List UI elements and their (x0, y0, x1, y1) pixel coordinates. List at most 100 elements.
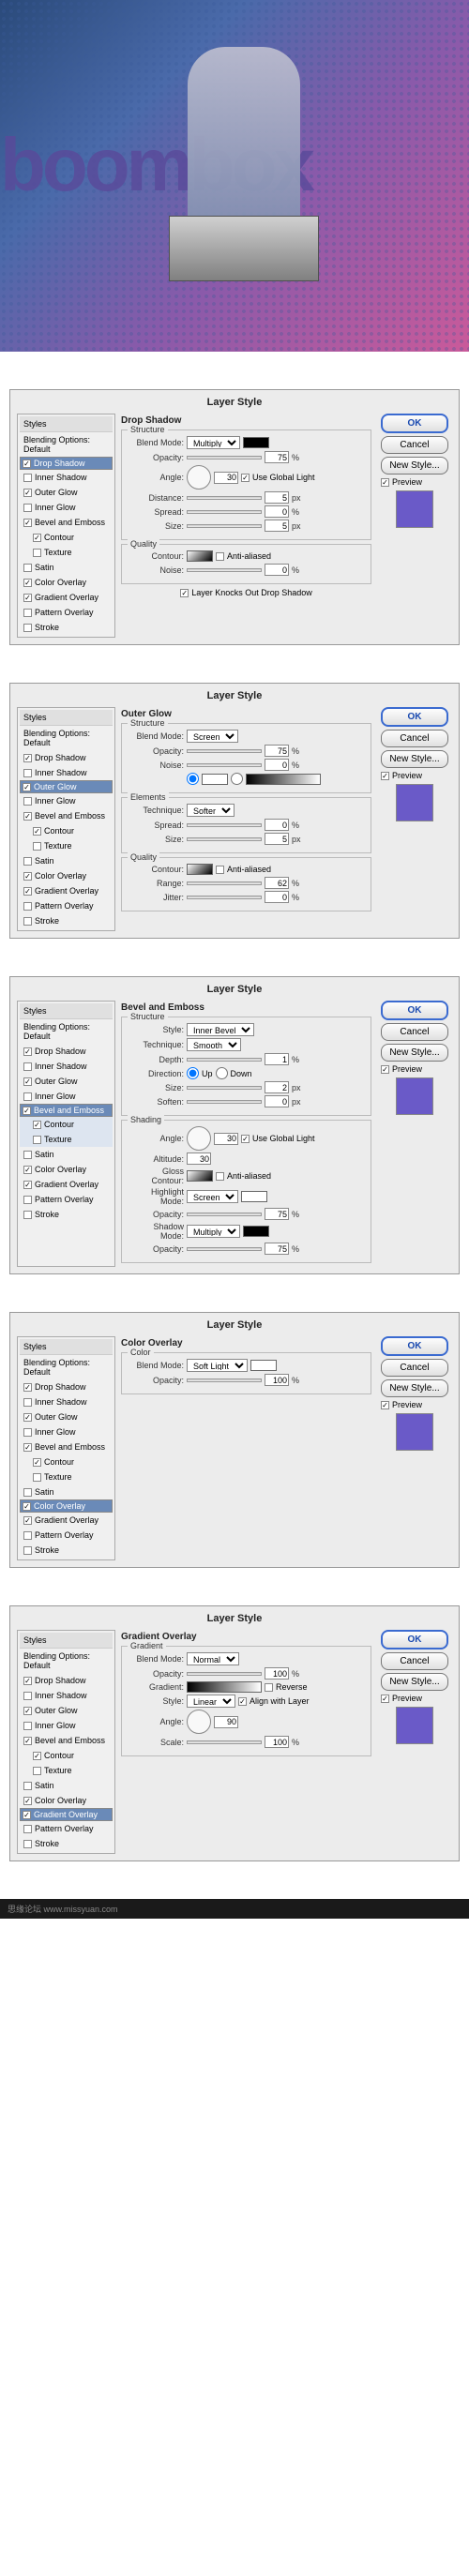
altitude-input[interactable] (187, 1152, 211, 1165)
item-stroke[interactable]: Stroke (20, 1836, 113, 1851)
item-bevel-emboss[interactable]: Bevel and Emboss (20, 1733, 113, 1748)
size-slider[interactable] (187, 1086, 262, 1090)
checkbox-icon[interactable] (23, 1428, 32, 1437)
item-outer-glow[interactable]: Outer Glow (20, 1074, 113, 1089)
checkbox-icon[interactable] (23, 1383, 32, 1392)
checkbox-icon[interactable] (23, 887, 32, 896)
checkbox-icon[interactable] (23, 1398, 32, 1407)
style-select[interactable]: Inner Bevel (187, 1023, 254, 1036)
checkbox-icon[interactable] (23, 1531, 32, 1540)
checkbox-icon[interactable] (23, 797, 32, 806)
checkbox-icon[interactable] (23, 1737, 32, 1745)
checkbox-icon[interactable] (23, 504, 32, 512)
checkbox-icon[interactable] (23, 1181, 32, 1189)
checkbox-icon[interactable] (23, 1692, 32, 1700)
checkbox-icon[interactable] (216, 1172, 224, 1181)
checkbox-icon[interactable] (23, 872, 32, 881)
item-stroke[interactable]: Stroke (20, 1207, 113, 1222)
noise-input[interactable] (265, 759, 289, 771)
color-swatch[interactable] (250, 1360, 277, 1371)
direction-up-radio[interactable] (187, 1067, 199, 1079)
item-satin[interactable]: Satin (20, 1147, 113, 1162)
color-radio[interactable] (187, 773, 199, 785)
item-contour[interactable]: Contour (20, 530, 113, 545)
item-pattern-overlay[interactable]: Pattern Overlay (20, 898, 113, 913)
item-texture[interactable]: Texture (20, 1132, 113, 1147)
item-contour[interactable]: Contour (20, 1454, 113, 1469)
item-satin[interactable]: Satin (20, 560, 113, 575)
item-blending-options[interactable]: Blending Options: Default (20, 1649, 113, 1673)
checkbox-icon[interactable] (23, 1811, 31, 1819)
item-inner-glow[interactable]: Inner Glow (20, 1089, 113, 1104)
h-opacity-input[interactable] (265, 1208, 289, 1220)
new-style-button[interactable]: New Style... (381, 1379, 448, 1397)
size-input[interactable] (265, 1081, 289, 1093)
item-texture[interactable]: Texture (20, 1763, 113, 1778)
spread-slider[interactable] (187, 823, 262, 827)
new-style-button[interactable]: New Style... (381, 457, 448, 475)
checkbox-icon[interactable] (33, 1473, 41, 1482)
shadow-color-swatch[interactable] (243, 1226, 269, 1237)
styles-header[interactable]: Styles (20, 416, 113, 432)
ok-button[interactable]: OK (381, 1001, 448, 1020)
depth-slider[interactable] (187, 1058, 262, 1062)
opacity-input[interactable] (265, 451, 289, 463)
styles-header[interactable]: Styles (20, 1633, 113, 1649)
item-color-overlay[interactable]: Color Overlay (20, 1162, 113, 1177)
item-drop-shadow[interactable]: Drop Shadow (20, 1673, 113, 1688)
cancel-button[interactable]: Cancel (381, 436, 448, 454)
technique-select[interactable]: Smooth (187, 1038, 241, 1051)
checkbox-icon[interactable] (23, 1516, 32, 1525)
item-inner-shadow[interactable]: Inner Shadow (20, 765, 113, 780)
checkbox-icon[interactable] (23, 1151, 32, 1159)
checkbox-icon[interactable] (23, 1166, 32, 1174)
checkbox-icon[interactable] (33, 534, 41, 542)
item-bevel-emboss[interactable]: Bevel and Emboss (20, 1439, 113, 1454)
angle-input[interactable] (214, 1716, 238, 1728)
checkbox-icon[interactable] (265, 1683, 273, 1692)
item-inner-glow[interactable]: Inner Glow (20, 1424, 113, 1439)
blend-mode-select[interactable]: Normal (187, 1652, 239, 1665)
checkbox-icon[interactable] (23, 1443, 32, 1452)
checkbox-icon[interactable] (23, 902, 32, 911)
checkbox-icon[interactable] (23, 857, 32, 866)
cancel-button[interactable]: Cancel (381, 730, 448, 747)
checkbox-icon[interactable] (216, 552, 224, 561)
item-gradient-overlay[interactable]: Gradient Overlay (20, 590, 113, 605)
item-blending-options[interactable]: Blending Options: Default (20, 1019, 113, 1044)
item-inner-shadow[interactable]: Inner Shadow (20, 1394, 113, 1409)
checkbox-icon[interactable] (33, 1136, 41, 1144)
angle-input[interactable] (214, 472, 238, 484)
item-color-overlay[interactable]: Color Overlay (20, 1793, 113, 1808)
angle-dial[interactable] (187, 1126, 211, 1151)
size-input[interactable] (265, 520, 289, 532)
soften-input[interactable] (265, 1095, 289, 1107)
gradient-radio[interactable] (231, 773, 243, 785)
opacity-input[interactable] (265, 1374, 289, 1386)
checkbox-icon[interactable] (381, 478, 389, 487)
item-blending-options[interactable]: Blending Options: Default (20, 1355, 113, 1379)
checkbox-icon[interactable] (23, 489, 32, 497)
item-stroke[interactable]: Stroke (20, 620, 113, 635)
contour-picker[interactable] (187, 550, 213, 562)
checkbox-icon[interactable] (23, 1797, 32, 1805)
blend-mode-select[interactable]: Multiply (187, 436, 240, 449)
jitter-input[interactable] (265, 891, 289, 903)
color-swatch[interactable] (202, 774, 228, 785)
item-color-overlay[interactable]: Color Overlay (20, 1499, 113, 1513)
opacity-slider[interactable] (187, 1378, 262, 1382)
item-pattern-overlay[interactable]: Pattern Overlay (20, 605, 113, 620)
ok-button[interactable]: OK (381, 1336, 448, 1356)
checkbox-icon[interactable] (381, 1401, 389, 1409)
checkbox-icon[interactable] (23, 459, 31, 468)
opacity-slider[interactable] (187, 456, 262, 459)
opacity-input[interactable] (265, 1667, 289, 1680)
gradient-bar[interactable] (187, 1681, 262, 1693)
contour-picker[interactable] (187, 864, 213, 875)
item-texture[interactable]: Texture (20, 838, 113, 853)
styles-header[interactable]: Styles (20, 1003, 113, 1019)
blend-mode-select[interactable]: Screen (187, 730, 238, 743)
scale-slider[interactable] (187, 1740, 262, 1744)
checkbox-icon[interactable] (23, 1707, 32, 1715)
angle-input[interactable] (214, 1133, 238, 1145)
